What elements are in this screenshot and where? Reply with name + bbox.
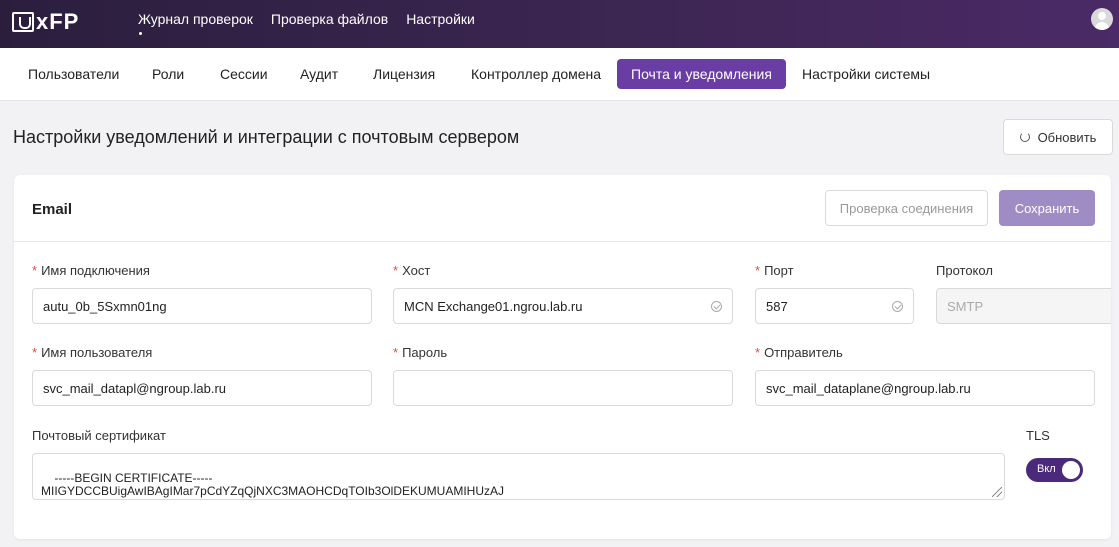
protocol-label: Протокол (936, 263, 993, 278)
nav-item-file-check[interactable]: Проверка файлов (271, 11, 388, 27)
tab-system-settings[interactable]: Настройки системы (788, 59, 944, 89)
sender-value: svc_mail_dataplane@ngroup.lab.ru (766, 380, 971, 396)
tab-domain-controller[interactable]: Контроллер домена (457, 59, 615, 89)
required-mark: * (393, 345, 399, 360)
user-avatar-icon[interactable] (1091, 8, 1113, 30)
tab-mail-notifications[interactable]: Почта и уведомления (617, 59, 786, 89)
shield-logo-icon (12, 12, 34, 32)
host-input[interactable]: MCN Exchange01.ngrou.lab.ru (393, 288, 733, 324)
tab-sessions[interactable]: Сессии (206, 59, 282, 89)
tls-toggle[interactable]: Вкл (1026, 458, 1083, 482)
required-mark: * (755, 263, 761, 278)
check-connection-button[interactable]: Проверка соединения (825, 190, 988, 226)
save-button[interactable]: Сохранить (999, 190, 1095, 226)
refresh-label: Обновить (1037, 129, 1097, 145)
app-logo[interactable]: xFP (12, 9, 79, 35)
refresh-button[interactable]: Обновить (1003, 119, 1113, 155)
certificate-label: Почтовый сертификат (32, 428, 166, 443)
port-value: 587 (766, 298, 788, 314)
nav-item-settings[interactable]: Настройки (406, 11, 475, 27)
top-bar: xFP Журнал проверок Проверка файлов Наст… (0, 0, 1119, 48)
port-label: * Порт (755, 263, 794, 278)
tab-users[interactable]: Пользователи (14, 59, 133, 89)
host-label: * Хост (393, 263, 431, 278)
required-mark: * (32, 263, 38, 278)
username-label: * Имя пользователя (32, 345, 153, 360)
email-settings-card: Email Проверка соединения Сохранить * Имя… (14, 175, 1111, 539)
top-nav: Журнал проверок Проверка файлов Настройк… (138, 11, 475, 35)
toggle-knob (1062, 461, 1080, 479)
username-input[interactable]: svc_mail_datapl@ngroup.lab.ru (32, 370, 372, 406)
protocol-value: SMTP (947, 298, 984, 314)
check-circle-icon (892, 300, 903, 312)
tab-license[interactable]: Лицензия (359, 59, 449, 89)
nav-item-audit-log[interactable]: Журнал проверок (138, 11, 253, 35)
tls-label: TLS (1026, 428, 1050, 443)
sender-input[interactable]: svc_mail_dataplane@ngroup.lab.ru (755, 370, 1095, 406)
page-title: Настройки уведомлений и интеграции с поч… (13, 127, 520, 147)
connection-name-input[interactable]: autu_0b_5Sxmn01ng (32, 288, 372, 324)
connection-name-label: * Имя подключения (32, 263, 150, 278)
connection-name-value: autu_0b_5Sxmn01ng (43, 298, 167, 314)
port-input[interactable]: 587 (755, 288, 914, 324)
required-mark: * (393, 263, 399, 278)
certificate-value: -----BEGIN CERTIFICATE----- MIIGYDCCBUig… (41, 471, 504, 498)
password-input[interactable] (393, 370, 733, 406)
check-circle-icon (711, 300, 722, 312)
sender-label: * Отправитель (755, 345, 843, 360)
protocol-select[interactable]: SMTP (936, 288, 1111, 324)
password-label: * Пароль (393, 345, 448, 360)
resize-handle-icon[interactable] (992, 487, 1002, 497)
certificate-textarea[interactable]: -----BEGIN CERTIFICATE----- MIIGYDCCBUig… (32, 453, 1005, 500)
required-mark: * (32, 345, 38, 360)
required-mark: * (755, 345, 761, 360)
settings-tabs: Пользователи Роли Сессии Аудит Лицензия … (0, 48, 1119, 101)
tls-toggle-label: Вкл (1037, 463, 1056, 475)
tab-audit[interactable]: Аудит (286, 59, 352, 89)
card-header: Email Проверка соединения Сохранить (14, 175, 1111, 242)
card-title: Email (32, 201, 73, 218)
tab-roles[interactable]: Роли (138, 59, 198, 89)
refresh-icon (1019, 132, 1030, 142)
host-value: MCN Exchange01.ngrou.lab.ru (404, 298, 583, 314)
username-value: svc_mail_datapl@ngroup.lab.ru (43, 380, 227, 396)
logo-text: xFP (36, 9, 80, 34)
